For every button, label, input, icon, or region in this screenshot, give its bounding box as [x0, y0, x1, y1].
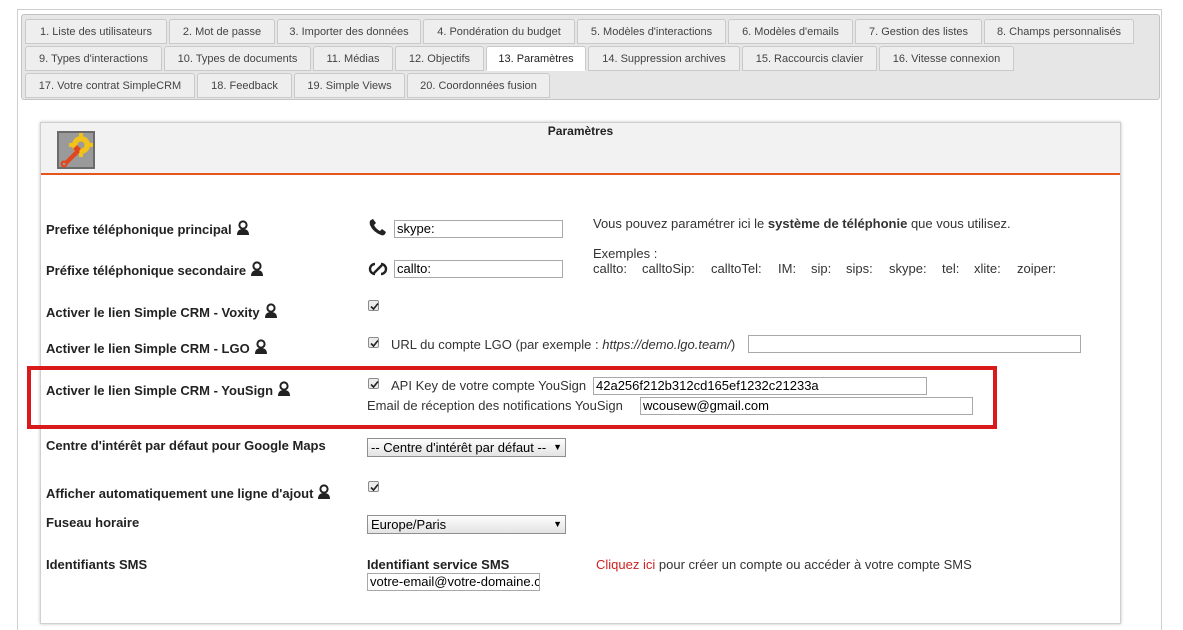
tab-keyboard-shortcuts[interactable]: 15. Raccourcis clavier [742, 46, 877, 71]
voxity-label-text: Activer le lien Simple CRM - Voxity [46, 305, 260, 320]
phone-secondary-input[interactable]: callto: [394, 260, 563, 278]
dropdown-arrow-icon: ▼ [553, 442, 562, 452]
phone-main-label-text: Prefixe téléphonique principal [46, 222, 232, 237]
tab-simple-views[interactable]: 19. Simple Views [294, 73, 405, 98]
tab-users[interactable]: 1. Liste des utilisateurs [25, 19, 167, 44]
sms-label: Identifiants SMS [46, 557, 148, 572]
example-item: IM: [778, 261, 797, 276]
tab-document-types[interactable]: 10. Types de documents [164, 46, 311, 71]
tab-email-templates[interactable]: 6. Modèles d'emails [728, 19, 853, 44]
maps-label: Centre d'intérêt par défaut pour Google … [46, 438, 326, 453]
tab-custom-fields[interactable]: 8. Champs personnalisés [984, 19, 1134, 44]
lgo-label-text: Activer le lien Simple CRM - LGO [46, 341, 250, 356]
yousign-highlight-box [27, 366, 997, 429]
admin-user-icon [250, 261, 264, 277]
tab-budget-weighting[interactable]: 4. Pondération du budget [423, 19, 575, 44]
admin-user-icon [236, 220, 250, 236]
tab-parameters[interactable]: 13. Paramètres [486, 46, 586, 71]
lgo-checkbox[interactable] [368, 337, 379, 348]
phone-main-label: Prefixe téléphonique principal [46, 220, 250, 237]
example-item: callto: [593, 261, 627, 276]
tab-lists[interactable]: 7. Gestion des listes [855, 19, 982, 44]
admin-user-icon [264, 303, 278, 319]
panel-title: Paramètres [547, 124, 614, 138]
tab-contract[interactable]: 17. Votre contrat SimpleCRM [25, 73, 195, 98]
tab-connection-speed[interactable]: 16. Vitesse connexion [879, 46, 1014, 71]
maps-center-selected: -- Centre d'intérêt par défaut -- [371, 440, 547, 455]
lgo-url-input[interactable] [748, 335, 1081, 353]
timezone-select[interactable]: Europe/Paris ▼ [367, 515, 566, 534]
callto-icon [367, 261, 389, 282]
voxity-checkbox[interactable] [368, 300, 379, 311]
examples-title: Exemples : [593, 246, 658, 261]
tab-objectives[interactable]: 12. Objectifs [395, 46, 484, 71]
tab-feedback[interactable]: 18. Feedback [197, 73, 292, 98]
example-item: sips: [846, 261, 873, 276]
phone-icon [368, 219, 388, 242]
timezone-selected: Europe/Paris [371, 517, 447, 532]
example-item: calltoTel: [711, 261, 762, 276]
settings-tabs-bar: 1. Liste des utilisateurs 2. Mot de pass… [21, 14, 1160, 100]
example-item: skype: [889, 261, 927, 276]
panel-header: Paramètres [41, 123, 1120, 175]
example-item: tel: [942, 261, 960, 276]
help-bold: système de téléphonie [767, 216, 908, 231]
example-item: xlite: [974, 261, 1001, 276]
checkmark-icon [370, 483, 379, 492]
sms-link-suffix: pour créer un compte ou accéder à votre … [658, 557, 972, 572]
example-item: calltoSip: [642, 261, 695, 276]
telephony-help-text: Vous pouvez paramétrer ici le système de… [593, 216, 1011, 231]
sms-service-input[interactable]: votre-email@votre-domaine.com [367, 573, 540, 591]
maps-center-select[interactable]: -- Centre d'intérêt par défaut -- ▼ [367, 438, 566, 457]
timezone-label: Fuseau horaire [46, 515, 140, 530]
autoline-label-text: Afficher automatiquement une ligne d'ajo… [46, 486, 314, 501]
admin-user-icon [317, 484, 331, 500]
help-suffix: que vous utilisez. [907, 216, 1011, 231]
phone-secondary-label: Préfixe téléphonique secondaire [46, 261, 264, 278]
admin-user-icon [254, 339, 268, 355]
autoline-checkbox[interactable] [368, 481, 379, 492]
checkmark-icon [370, 302, 379, 311]
phone-secondary-label-text: Préfixe téléphonique secondaire [46, 263, 247, 278]
lgo-url-suffix: ) [730, 337, 736, 352]
lgo-url-prefix: URL du compte LGO (par exemple : [391, 337, 603, 352]
checkmark-icon [370, 339, 379, 348]
tab-import[interactable]: 3. Importer des données [277, 19, 421, 44]
example-item: zoiper: [1017, 261, 1057, 276]
phone-main-input[interactable]: skype: [394, 220, 563, 238]
tab-interaction-types[interactable]: 9. Types d'interactions [25, 46, 162, 71]
voxity-label: Activer le lien Simple CRM - Voxity [46, 303, 278, 320]
sms-service-label: Identifiant service SMS [367, 557, 510, 572]
lgo-label: Activer le lien Simple CRM - LGO [46, 339, 268, 356]
tab-archive-deletion[interactable]: 14. Suppression archives [588, 46, 740, 71]
tab-password[interactable]: 2. Mot de passe [169, 19, 275, 44]
lgo-url-example: https://demo.lgo.team/ [602, 337, 731, 352]
tab-media[interactable]: 11. Médias [313, 46, 393, 71]
lgo-url-label: URL du compte LGO (par exemple : https:/… [391, 337, 735, 352]
example-item: sip: [811, 261, 832, 276]
autoline-label: Afficher automatiquement une ligne d'ajo… [46, 484, 331, 501]
dropdown-arrow-icon: ▼ [553, 519, 562, 529]
sms-account-text: Cliquez ici pour créer un compte ou accé… [596, 557, 972, 572]
tab-merge-fields[interactable]: 20. Coordonnées fusion [407, 73, 550, 98]
help-prefix: Vous pouvez paramétrer ici le [593, 216, 768, 231]
sms-signup-link[interactable]: Cliquez ici [596, 557, 655, 572]
tab-interaction-templates[interactable]: 5. Modèles d'interactions [577, 19, 726, 44]
